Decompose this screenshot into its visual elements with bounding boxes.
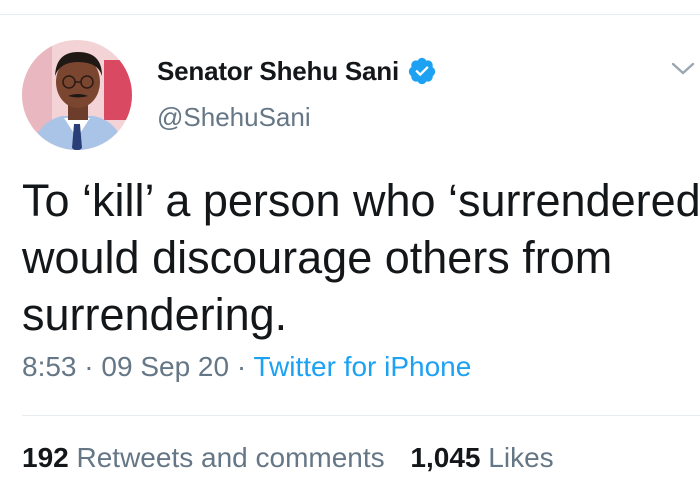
tweet-source-link[interactable]: Twitter for iPhone [253, 351, 471, 382]
retweets-count: 192 [22, 442, 69, 473]
likes-stat[interactable]: 1,045 Likes [410, 442, 553, 474]
stats-divider [22, 415, 700, 416]
tweet-card: Senator Shehu Sani @ShehuSani To ‘kill’ … [0, 0, 700, 484]
author-name-row[interactable]: Senator Shehu Sani [157, 54, 437, 88]
author-handle[interactable]: @ShehuSani [157, 102, 311, 133]
meta-separator: · [76, 351, 102, 382]
tweet-stats: 192 Retweets and comments 1,045 Likes [22, 442, 554, 474]
tweet-text-line: would discourage others from [22, 232, 613, 283]
author-display-name[interactable]: Senator Shehu Sani [157, 56, 399, 87]
retweets-stat[interactable]: 192 Retweets and comments [22, 442, 385, 474]
tweet-date[interactable]: 09 Sep 20 [101, 351, 229, 382]
meta-separator: · [229, 351, 254, 382]
chevron-down-icon[interactable] [670, 58, 696, 78]
tweet-time[interactable]: 8:53 [22, 351, 77, 382]
retweets-label: Retweets and comments [76, 442, 385, 473]
avatar[interactable] [22, 40, 132, 150]
top-divider [0, 14, 700, 15]
likes-label: Likes [488, 442, 554, 473]
tweet-text-line: To ‘kill’ a person who ‘surrendered’ [22, 175, 700, 226]
likes-count: 1,045 [410, 442, 481, 473]
tweet-text-line: surrendering. [22, 289, 288, 340]
avatar-photo [22, 40, 132, 150]
verified-badge-icon [407, 56, 437, 86]
tweet-meta: 8:53 · 09 Sep 20 · Twitter for iPhone [22, 351, 471, 383]
tweet-text: To ‘kill’ a person who ‘surrendered’ wou… [22, 172, 700, 343]
